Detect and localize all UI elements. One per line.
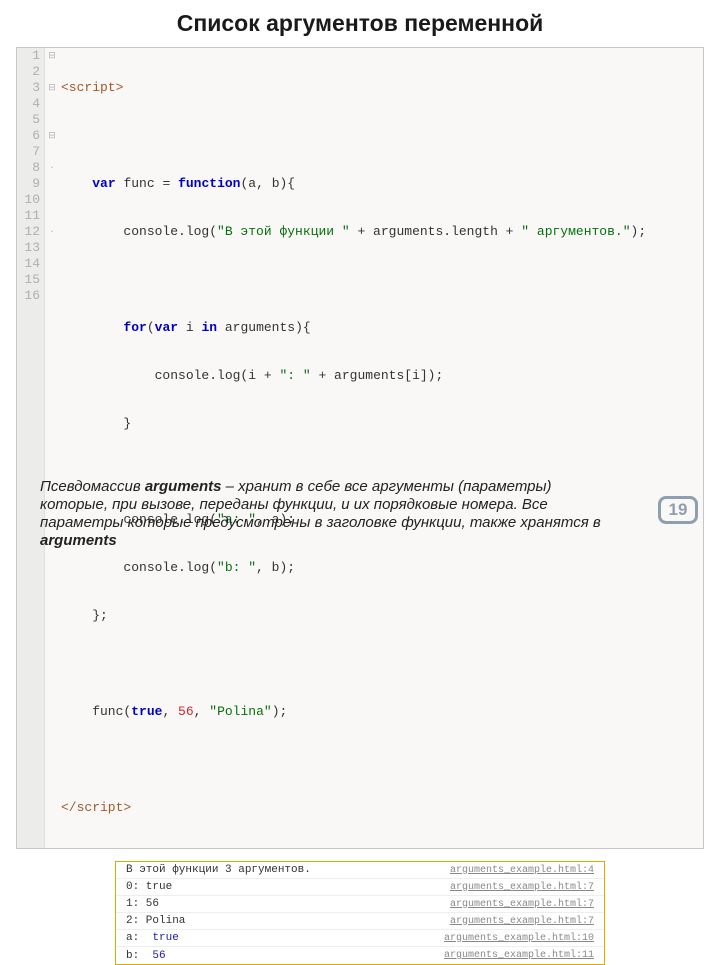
console-line: В этой функции 3 аргументов.arguments_ex… (116, 862, 604, 879)
page-number-badge: 19 (658, 496, 698, 524)
console-line: b: 56arguments_example.html:11 (116, 947, 604, 964)
source-code: <script> var func = function(a, b){ cons… (59, 48, 703, 848)
console-line: a: truearguments_example.html:10 (116, 930, 604, 947)
page-title: Список аргументов переменной (0, 10, 720, 37)
fold-gutter: ⊟⊟ ⊟· · (45, 48, 59, 848)
console-output: В этой функции 3 аргументов.arguments_ex… (115, 861, 605, 965)
line-gutter: 1234 5678 9101112 13141516 (17, 48, 45, 848)
code-editor: 1234 5678 9101112 13141516 ⊟⊟ ⊟· · <scri… (16, 47, 704, 849)
console-line: 1: 56arguments_example.html:7 (116, 896, 604, 913)
console-line: 0: truearguments_example.html:7 (116, 879, 604, 896)
description-text: Псевдомассив arguments – хранит в себе в… (40, 478, 610, 550)
console-line: 2: Polinaarguments_example.html:7 (116, 913, 604, 930)
